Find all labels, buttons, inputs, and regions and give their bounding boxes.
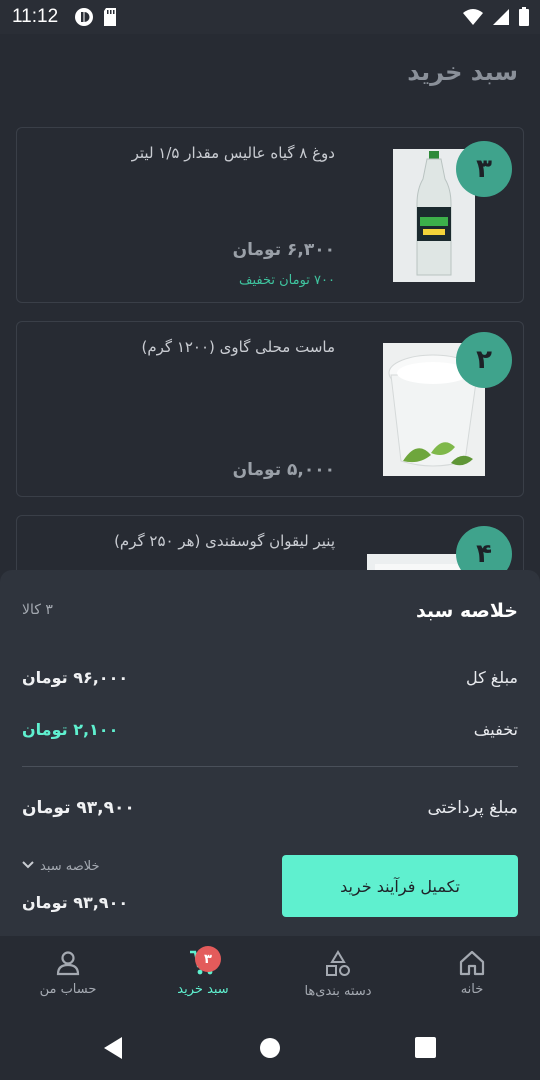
nav-item-account[interactable]: حساب من bbox=[8, 950, 128, 997]
payable-label: مبلغ پرداختی bbox=[427, 798, 518, 818]
discount-value: ۲,۱۰۰ تومان bbox=[22, 720, 119, 739]
summary-item-count: ۳ کالا bbox=[22, 602, 53, 618]
summary-title: خلاصه سبد bbox=[415, 600, 518, 622]
page-title: سبد خرید bbox=[407, 58, 518, 86]
cart-item[interactable]: ۳ دوغ ۸ گیاه عالیس مقدار ۱/۵ لیتر ۶,۳۰۰ … bbox=[16, 127, 524, 303]
nav-label: سبد خرید bbox=[177, 982, 229, 997]
signal-icon bbox=[492, 8, 510, 31]
battery-icon bbox=[518, 7, 530, 32]
product-discount: ۷۰۰ تومان تخفیف bbox=[239, 273, 335, 288]
recents-icon[interactable] bbox=[415, 1037, 436, 1062]
product-price: ۵,۰۰۰ تومان bbox=[232, 460, 335, 480]
cart-count-badge: ۳ bbox=[195, 946, 221, 972]
product-name: دوغ ۸ گیاه عالیس مقدار ۱/۵ لیتر bbox=[131, 144, 335, 162]
status-time: 11:12 bbox=[12, 6, 59, 27]
nav-label: حساب من bbox=[39, 982, 97, 997]
cart-summary-sheet: خلاصه سبد ۳ کالا مبلغ کل ۹۶,۰۰۰ تومان تخ… bbox=[0, 570, 540, 936]
home-icon bbox=[412, 950, 532, 976]
categories-icon bbox=[278, 950, 398, 978]
summary-toggle-label: خلاصه سبد bbox=[40, 859, 100, 874]
back-icon[interactable] bbox=[102, 1036, 124, 1064]
summary-toggle-total: ۹۳,۹۰۰ تومان bbox=[22, 893, 129, 912]
chevron-down-icon bbox=[22, 859, 34, 874]
home-circle-icon[interactable] bbox=[259, 1037, 281, 1063]
wifi-icon bbox=[462, 8, 484, 31]
person-icon bbox=[8, 950, 128, 976]
product-price: ۶,۳۰۰ تومان bbox=[232, 240, 335, 260]
bottom-navigation: حساب من ۳ سبد خرید دسته بندی‌ها خانه bbox=[0, 936, 540, 1014]
nav-label: دسته بندی‌ها bbox=[304, 984, 372, 999]
checkout-button[interactable]: تکمیل فرآیند خرید bbox=[282, 855, 518, 917]
discount-label: تخفیف bbox=[473, 720, 518, 739]
product-name: ماست محلی گاوی (۱۲۰۰ گرم) bbox=[141, 338, 335, 356]
app-notification-icon bbox=[74, 7, 94, 32]
quantity-badge: ۲ bbox=[456, 332, 512, 388]
system-navigation-bar bbox=[0, 1014, 540, 1080]
nav-item-categories[interactable]: دسته بندی‌ها bbox=[278, 950, 398, 999]
total-label: مبلغ کل bbox=[465, 668, 518, 687]
cart-item[interactable]: ۲ ماست محلی گاوی (۱۲۰۰ گرم) ۵,۰۰۰ تومان bbox=[16, 321, 524, 497]
summary-toggle[interactable]: خلاصه سبد bbox=[22, 859, 100, 874]
nav-item-home[interactable]: خانه bbox=[412, 950, 532, 997]
summary-divider bbox=[22, 766, 518, 767]
nav-label: خانه bbox=[460, 982, 484, 997]
total-value: ۹۶,۰۰۰ تومان bbox=[22, 668, 129, 687]
sd-card-icon bbox=[102, 7, 118, 32]
status-bar: 11:12 bbox=[0, 0, 540, 34]
payable-value: ۹۳,۹۰۰ تومان bbox=[22, 798, 135, 818]
product-name: پنیر لیقوان گوسفندی (هر ۲۵۰ گرم) bbox=[114, 532, 335, 550]
nav-item-cart[interactable]: ۳ سبد خرید bbox=[143, 946, 263, 997]
quantity-badge: ۳ bbox=[456, 141, 512, 197]
